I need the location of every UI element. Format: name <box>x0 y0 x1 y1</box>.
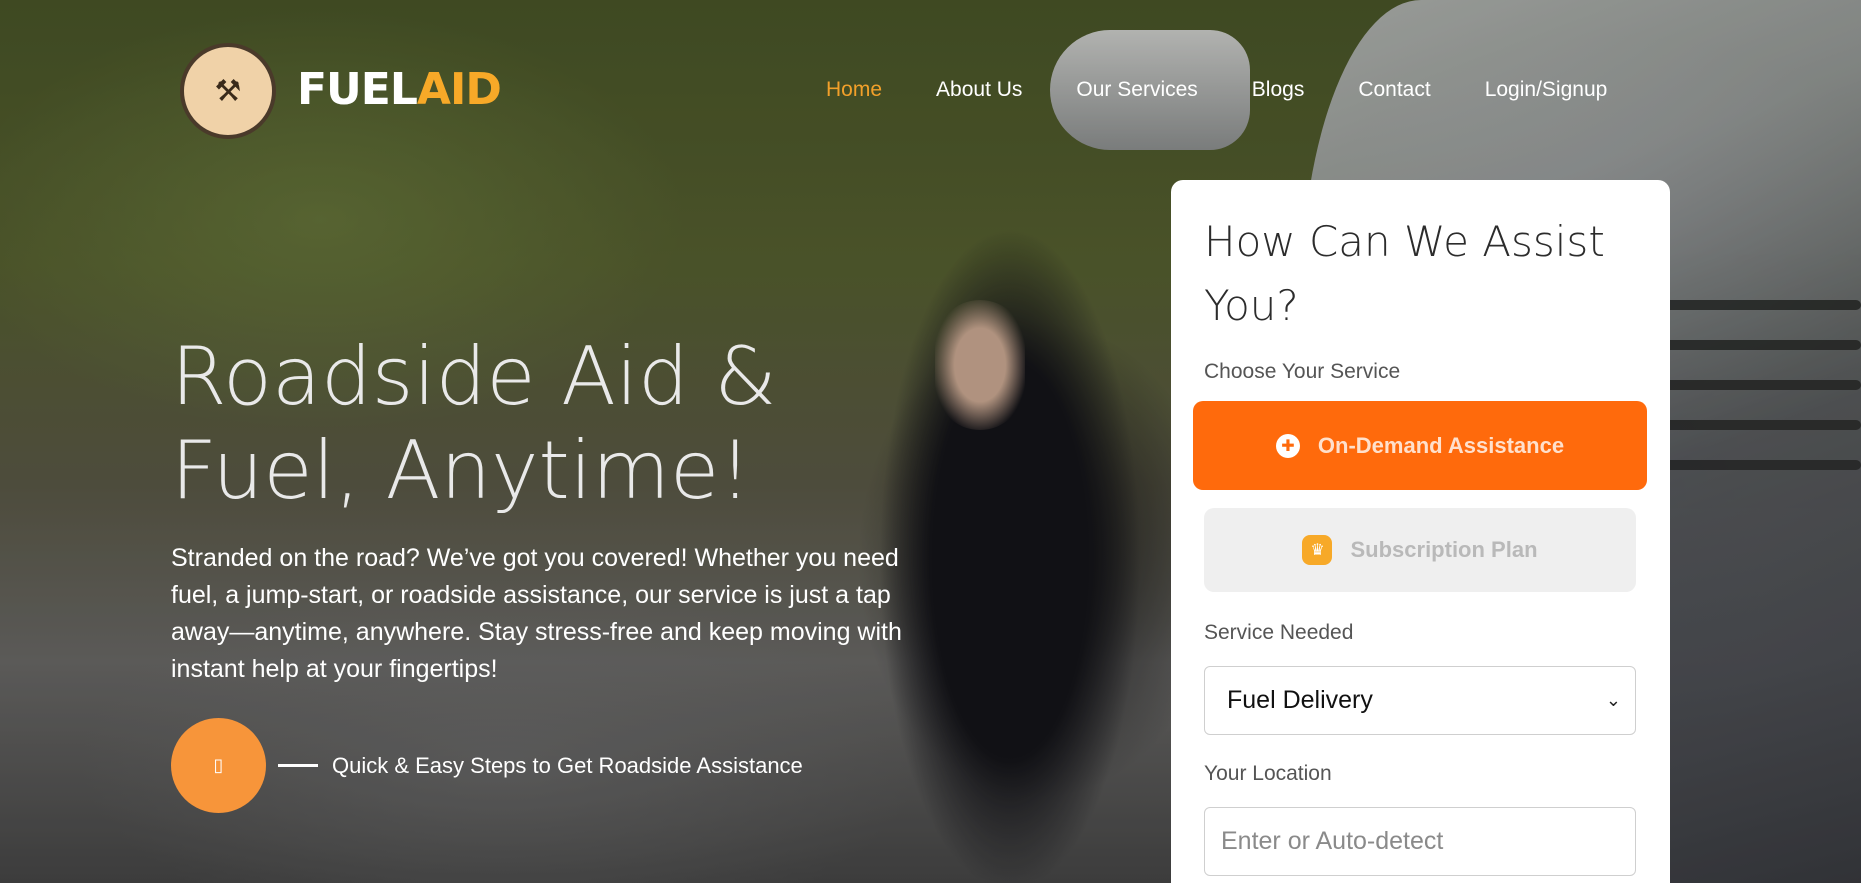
on-demand-label: On-Demand Assistance <box>1317 432 1565 458</box>
cta-row: ▯ Quick & Easy Steps to Get Roadside Ass… <box>171 718 803 813</box>
nav-contact[interactable]: Contact <box>1358 78 1430 102</box>
service-needed-value: Fuel Delivery <box>1227 686 1373 714</box>
subscription-plan-button[interactable]: ♛ Subscription Plan <box>1204 508 1636 592</box>
main-nav: Home About Us Our Services Blogs Contact… <box>826 78 1607 102</box>
chevron-down-icon: ⌄ <box>1605 690 1621 710</box>
nav-about-us[interactable]: About Us <box>936 78 1022 102</box>
nav-login-signup[interactable]: Login/Signup <box>1485 78 1608 102</box>
play-icon: ▯ <box>213 755 224 775</box>
choose-service-label: Choose Your Service <box>1204 360 1401 383</box>
nav-blogs[interactable]: Blogs <box>1252 78 1305 102</box>
location-input[interactable] <box>1204 807 1636 876</box>
play-video-button[interactable]: ▯ <box>171 718 266 813</box>
nav-home[interactable]: Home <box>826 78 882 102</box>
logo-badge-icon[interactable]: ⚒ <box>180 43 276 139</box>
logo-text-fuel: FUEL <box>297 64 418 115</box>
wrench-cross-icon: ⚒ <box>214 73 242 109</box>
service-needed-select[interactable]: Fuel Delivery ⌄ <box>1204 666 1636 735</box>
logo-wordmark[interactable]: FUELAID <box>297 64 502 115</box>
site-header: ⚒ FUELAID Home About Us Our Services Blo… <box>0 0 1861 180</box>
assist-form-panel: How Can We Assist You? Choose Your Servi… <box>1171 180 1670 883</box>
rocket-icon: ✚ <box>1275 433 1300 458</box>
location-label: Your Location <box>1204 762 1332 785</box>
logo-text-aid: AID <box>416 64 502 115</box>
headline-line-2: Fuel, Anytime! <box>171 424 752 517</box>
hero-section: ⚒ FUELAID Home About Us Our Services Blo… <box>0 0 1861 883</box>
subscription-label: Subscription Plan <box>1350 537 1538 562</box>
form-title: How Can We Assist You? <box>1204 217 1605 330</box>
nav-our-services[interactable]: Our Services <box>1076 78 1197 102</box>
hero-subtext: Stranded on the road? We’ve got you cove… <box>171 544 902 683</box>
cta-divider <box>278 764 318 767</box>
cta-text[interactable]: Quick & Easy Steps to Get Roadside Assis… <box>332 753 803 779</box>
hero-headline: Roadside Aid & Fuel, Anytime! <box>171 330 891 518</box>
headline-line-1: Roadside Aid & <box>171 330 777 423</box>
crown-icon: ♛ <box>1302 535 1333 565</box>
on-demand-assistance-button[interactable]: ✚ On-Demand Assistance <box>1193 401 1647 490</box>
service-needed-label: Service Needed <box>1204 621 1354 644</box>
